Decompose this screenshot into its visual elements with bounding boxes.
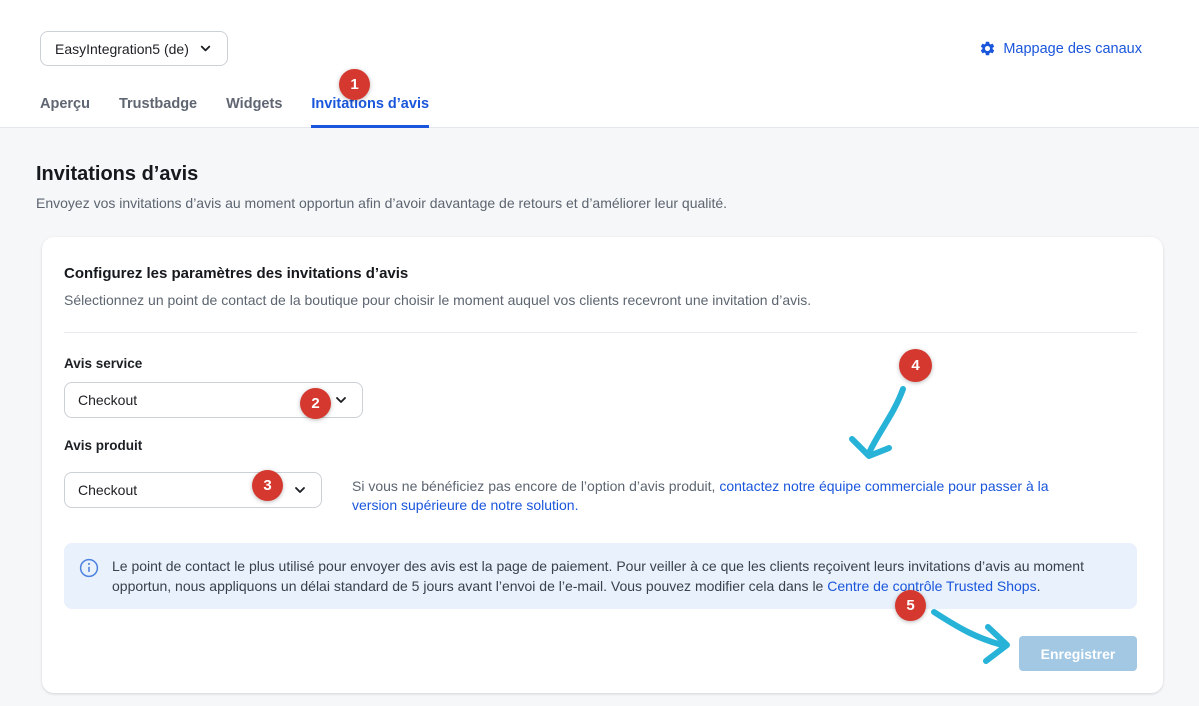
step-badge-5: 5 <box>895 590 926 621</box>
shop-selector-dropdown[interactable]: EasyIntegration5 (de) <box>40 31 228 66</box>
save-button[interactable]: Enregistrer <box>1019 636 1137 671</box>
main-content: Invitations d’avis Envoyez vos invitatio… <box>0 128 1199 693</box>
page-title: Invitations d’avis <box>36 128 1163 186</box>
product-reviews-field: Avis produit Checkout Si vous ne bénéfic… <box>64 438 1137 515</box>
product-hint-text: Si vous ne bénéficiez pas encore de l’op… <box>352 478 719 494</box>
info-box-text: Le point de contact le plus utilisé pour… <box>112 556 1121 596</box>
card-actions: Enregistrer <box>64 636 1137 671</box>
step-badge-4: 4 <box>899 349 932 382</box>
tab-invitations-avis[interactable]: Invitations d’avis <box>311 96 429 128</box>
chevron-down-icon <box>198 41 213 56</box>
info-text-suffix: . <box>1037 578 1041 594</box>
step-badge-1: 1 <box>339 69 370 100</box>
tab-trustbadge[interactable]: Trustbadge <box>119 96 197 128</box>
product-reviews-label: Avis produit <box>64 438 1137 453</box>
step-badge-3: 3 <box>252 470 283 501</box>
tab-apercu[interactable]: Aperçu <box>40 96 90 128</box>
top-bar: EasyIntegration5 (de) Mappage des canaux… <box>0 0 1199 128</box>
product-upgrade-hint: Si vous ne bénéficiez pas encore de l’op… <box>352 477 1082 515</box>
card-divider <box>64 332 1137 333</box>
page-subtitle: Envoyez vos invitations d’avis au moment… <box>36 195 1163 211</box>
info-box: Le point de contact le plus utilisé pour… <box>64 543 1137 609</box>
card-subtitle: Sélectionnez un point de contact de la b… <box>64 292 1137 308</box>
service-reviews-selected-value: Checkout <box>78 392 137 408</box>
product-reviews-select[interactable]: Checkout <box>64 472 322 508</box>
info-icon <box>79 558 99 578</box>
chevron-down-icon <box>292 482 308 498</box>
channel-mapping-label: Mappage des canaux <box>1003 41 1142 57</box>
shop-selector-value: EasyIntegration5 (de) <box>55 41 189 57</box>
settings-card: Configurez les paramètres des invitation… <box>42 237 1163 693</box>
step-badge-2: 2 <box>300 388 331 419</box>
channel-mapping-link[interactable]: Mappage des canaux <box>979 40 1142 57</box>
control-centre-link[interactable]: Centre de contrôle Trusted Shops <box>827 578 1036 594</box>
product-reviews-selected-value: Checkout <box>78 482 137 498</box>
chevron-down-icon <box>333 392 349 408</box>
service-reviews-label: Avis service <box>64 356 1137 371</box>
gear-icon <box>979 40 996 57</box>
service-reviews-field: Avis service Checkout <box>64 356 1137 418</box>
page-root: EasyIntegration5 (de) Mappage des canaux… <box>0 0 1199 706</box>
tab-widgets[interactable]: Widgets <box>226 96 282 128</box>
tab-bar: Aperçu Trustbadge Widgets Invitations d’… <box>40 96 429 128</box>
product-hint-suffix: . <box>575 497 579 513</box>
card-title: Configurez les paramètres des invitation… <box>64 265 1137 282</box>
